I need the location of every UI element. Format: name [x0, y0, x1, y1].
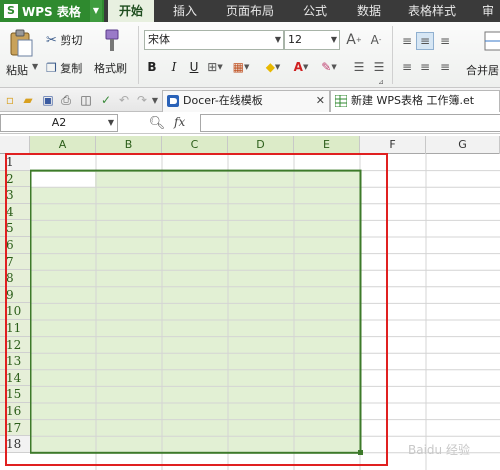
wps-logo-icon: S: [4, 4, 18, 18]
column-header-d[interactable]: D: [228, 136, 294, 154]
formula-bar: A2 ▼ 🔍︎ fx: [0, 112, 500, 134]
app-name: WPS 表格: [22, 4, 81, 19]
save-icon[interactable]: ▣: [40, 92, 56, 108]
formula-input[interactable]: [200, 114, 500, 132]
spellcheck-icon[interactable]: ✓: [98, 92, 114, 108]
borders-icon[interactable]: ⊞ ▼: [204, 58, 226, 76]
ribbon-divider: [138, 26, 139, 84]
clear-format-icon[interactable]: ✎ ▼: [318, 58, 340, 76]
italic-button[interactable]: I: [166, 58, 182, 76]
undo-icon[interactable]: ↶: [116, 92, 132, 108]
outdent-icon[interactable]: ☰: [370, 58, 388, 76]
merge-cells-icon[interactable]: [484, 30, 500, 54]
highlight-box: [5, 153, 388, 466]
insert-function-button[interactable]: fx: [174, 115, 185, 129]
bold-button[interactable]: B: [144, 58, 160, 76]
cut-button[interactable]: ✂ 剪切: [46, 32, 82, 48]
font-color-icon[interactable]: A ▼: [290, 58, 312, 76]
clipboard-icon: [10, 29, 33, 57]
magnifier-icon[interactable]: 🔍︎: [148, 114, 166, 132]
align-middle-icon[interactable]: ≡: [416, 32, 434, 50]
tab-data[interactable]: 数据: [346, 0, 392, 22]
open-folder-icon[interactable]: ▰: [20, 92, 36, 108]
scissors-icon: ✂: [46, 33, 57, 48]
align-bottom-icon[interactable]: ≡: [436, 32, 454, 50]
new-file-icon[interactable]: ▫: [2, 92, 18, 108]
increase-font-icon[interactable]: A +: [344, 30, 364, 50]
copy-icon: ❐: [46, 61, 57, 75]
paste-button[interactable]: [6, 28, 36, 58]
column-header-g[interactable]: G: [426, 136, 500, 154]
align-center-icon[interactable]: ≡: [416, 58, 434, 76]
tab-table-style[interactable]: 表格样式: [400, 0, 464, 22]
tab-formulas[interactable]: 公式: [292, 0, 338, 22]
ribbon: 粘贴 ▼ ✂ 剪切 ❐ 复制 格式刷 宋体 ▼ 12 ▼ A + A- B I U…: [0, 22, 500, 88]
cut-label: 剪切: [60, 34, 83, 47]
cell-reference: A2: [51, 116, 67, 129]
tab-review[interactable]: 审: [476, 0, 500, 22]
copy-button[interactable]: ❐ 复制: [46, 60, 82, 76]
dialog-launcher-icon[interactable]: ⊿: [378, 78, 384, 86]
chevron-down-icon: ▼: [330, 35, 337, 44]
font-family-value: 宋体: [148, 33, 170, 46]
align-right-icon[interactable]: ≡: [436, 58, 454, 76]
font-family-select[interactable]: 宋体 ▼: [144, 30, 284, 50]
print-icon[interactable]: ⎙: [58, 92, 74, 108]
close-icon[interactable]: ✕: [316, 91, 325, 111]
tab-docer-label: Docer-在线模板: [183, 94, 263, 107]
align-top-icon[interactable]: ≡: [398, 32, 416, 50]
format-painter-button[interactable]: [98, 28, 124, 54]
indent-icon[interactable]: ☰: [350, 58, 368, 76]
watermark-text: Baidu 经验: [408, 442, 470, 457]
chevron-down-icon[interactable]: ▼: [108, 115, 114, 131]
menu-bar: S WPS 表格 ▼ 开始 插入 页面布局 公式 数据 表格样式 审: [0, 0, 500, 22]
chevron-down-icon: ▼: [274, 35, 281, 44]
customize-toolbar-icon[interactable]: ▼: [148, 92, 162, 108]
column-header-b[interactable]: B: [96, 136, 162, 154]
underline-button[interactable]: U: [186, 58, 202, 76]
chevron-down-icon[interactable]: ▼: [90, 0, 102, 22]
paintbrush-icon: [105, 29, 119, 51]
quick-access-bar: ▫ ▰ ▣ ⎙ ◫ ✓ ↶ ↷ ▼ Docer-在线模板 ✕ 新建 WPS表格 …: [0, 88, 500, 112]
copy-label: 复制: [60, 62, 83, 75]
app-menu-button[interactable]: S WPS 表格 ▼: [0, 0, 104, 22]
align-left-icon[interactable]: ≡: [398, 58, 416, 76]
name-box[interactable]: A2 ▼: [0, 114, 118, 132]
docer-icon: [167, 95, 179, 107]
font-size-select[interactable]: 12 ▼: [284, 30, 340, 50]
format-painter-label: 格式刷: [94, 62, 127, 75]
merge-center-label[interactable]: 合并居: [466, 62, 499, 78]
column-header-c[interactable]: C: [162, 136, 228, 154]
tab-page-layout[interactable]: 页面布局: [218, 0, 282, 22]
column-header-a[interactable]: A: [30, 136, 96, 154]
tab-workbook-label: 新建 WPS表格 工作簿.et: [351, 94, 475, 107]
font-size-value: 12: [288, 33, 302, 46]
fill-color-icon[interactable]: ◆ ▼: [262, 58, 284, 76]
column-header-f[interactable]: F: [360, 136, 426, 154]
paste-chevron-icon[interactable]: ▼: [32, 62, 38, 71]
decrease-font-icon[interactable]: A-: [366, 30, 386, 50]
column-headers: A B C D E F G: [0, 136, 500, 154]
spreadsheet-icon: [335, 95, 347, 107]
cell-style-icon[interactable]: ▦ ▼: [230, 58, 252, 76]
tab-docer-templates[interactable]: Docer-在线模板 ✕: [162, 90, 330, 112]
merge-icon: [484, 31, 500, 51]
select-all-corner[interactable]: [0, 136, 30, 154]
ribbon-divider: [392, 26, 393, 84]
tab-workbook[interactable]: 新建 WPS表格 工作簿.et: [330, 90, 500, 112]
column-header-e[interactable]: E: [294, 136, 360, 154]
paste-label[interactable]: 粘贴: [6, 62, 28, 78]
print-preview-icon[interactable]: ◫: [78, 92, 94, 108]
tab-home[interactable]: 开始: [108, 0, 154, 22]
tab-insert[interactable]: 插入: [162, 0, 208, 22]
